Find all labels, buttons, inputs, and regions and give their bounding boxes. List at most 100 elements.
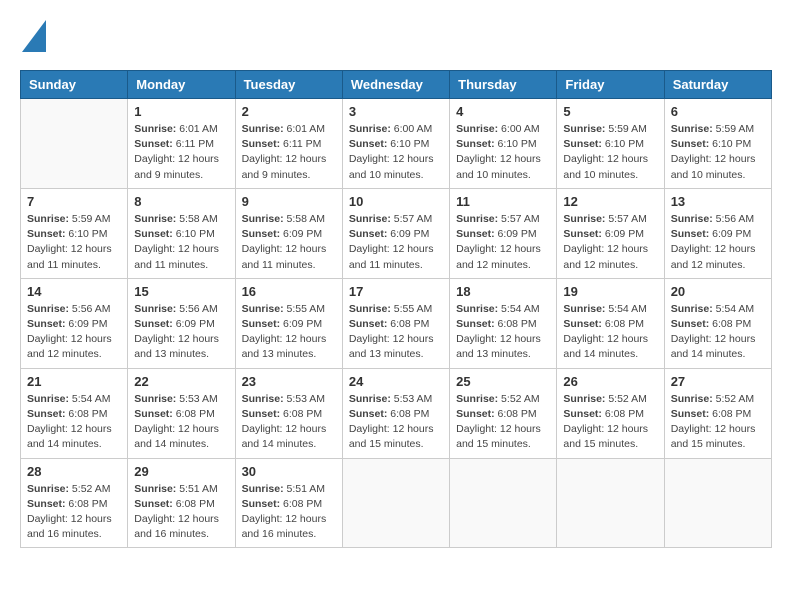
day-label: Sunrise: bbox=[242, 213, 284, 225]
day-label: Sunrise: bbox=[242, 393, 284, 405]
day-info: Sunrise: 5:57 AMSunset: 6:09 PMDaylight:… bbox=[456, 212, 550, 273]
day-number: 24 bbox=[349, 374, 443, 389]
day-info: Sunrise: 6:00 AMSunset: 6:10 PMDaylight:… bbox=[349, 122, 443, 183]
calendar-day-cell: 13 Sunrise: 5:56 AMSunset: 6:09 PMDayligh… bbox=[664, 188, 771, 278]
day-number: 8 bbox=[134, 194, 228, 209]
day-label: Sunrise: bbox=[134, 213, 176, 225]
day-label: Sunrise: bbox=[242, 123, 284, 135]
calendar-week-4: 21Sunrise: 5:54 AMSunset: 6:08 PMDayligh… bbox=[21, 368, 772, 458]
day-label: Sunrise: bbox=[563, 123, 605, 135]
logo-arrow-icon bbox=[18, 20, 46, 52]
day-info: Sunrise: 5:53 AMSunset: 6:08 PMDaylight:… bbox=[134, 392, 228, 453]
calendar-day-cell: 5Sunrise: 5:59 AMSunset: 6:10 PMDaylight… bbox=[557, 99, 664, 189]
calendar-day-cell: 4Sunrise: 6:00 AMSunset: 6:10 PMDaylight… bbox=[450, 99, 557, 189]
day-number: 6 bbox=[671, 104, 765, 119]
day-label: Sunset: bbox=[349, 408, 388, 420]
day-label: Sunrise: bbox=[456, 303, 498, 315]
day-label: Sunrise: bbox=[671, 213, 713, 225]
day-number: 7 bbox=[27, 194, 121, 209]
day-label: Sunrise: bbox=[134, 483, 176, 495]
calendar-day-cell: 24 Sunrise: 5:53 AMSunset: 6:08 PMDayligh… bbox=[342, 368, 449, 458]
page-header bbox=[20, 20, 772, 54]
calendar-day-cell: 10Sunrise: 5:57 AMSunset: 6:09 PMDayligh… bbox=[342, 188, 449, 278]
day-number: 21 bbox=[27, 374, 121, 389]
day-label: Sunset: bbox=[563, 408, 602, 420]
calendar-header-sunday: Sunday bbox=[21, 71, 128, 99]
day-number: 27 bbox=[671, 374, 765, 389]
calendar-table: SundayMondayTuesdayWednesdayThursdayFrid… bbox=[20, 70, 772, 548]
day-label: Sunset: bbox=[242, 138, 281, 150]
calendar-header-tuesday: Tuesday bbox=[235, 71, 342, 99]
calendar-day-cell: 21Sunrise: 5:54 AMSunset: 6:08 PMDayligh… bbox=[21, 368, 128, 458]
day-label: Sunrise: bbox=[134, 393, 176, 405]
day-label: Sunrise: bbox=[349, 303, 391, 315]
calendar-day-cell bbox=[450, 458, 557, 548]
day-number: 2 bbox=[242, 104, 336, 119]
calendar-day-cell: 30Sunrise: 5:51 AMSunset: 6:08 PMDayligh… bbox=[235, 458, 342, 548]
calendar-day-cell: 14Sunrise: 5:56 AMSunset: 6:09 PMDayligh… bbox=[21, 278, 128, 368]
calendar-day-cell: 26Sunrise: 5:52 AMSunset: 6:08 PMDayligh… bbox=[557, 368, 664, 458]
day-info: Sunrise: 5:53 AMSunset: 6:08 PMDaylight:… bbox=[349, 392, 443, 453]
calendar-week-5: 28Sunrise: 5:52 AMSunset: 6:08 PMDayligh… bbox=[21, 458, 772, 548]
day-number: 23 bbox=[242, 374, 336, 389]
day-label: Sunset: bbox=[349, 318, 388, 330]
calendar-header-wednesday: Wednesday bbox=[342, 71, 449, 99]
day-label: Sunset: bbox=[134, 498, 173, 510]
day-label: Sunrise: bbox=[27, 483, 69, 495]
day-label: Sunrise: bbox=[242, 303, 284, 315]
calendar-header-saturday: Saturday bbox=[664, 71, 771, 99]
day-label: Sunset: bbox=[27, 318, 66, 330]
day-info: Sunrise: 5:58 AMSunset: 6:10 PMDaylight:… bbox=[134, 212, 228, 273]
day-label: Sunset: bbox=[242, 498, 281, 510]
day-label: Sunset: bbox=[671, 408, 710, 420]
calendar-day-cell bbox=[557, 458, 664, 548]
day-label: Sunset: bbox=[349, 228, 388, 240]
day-label: Sunset: bbox=[456, 318, 495, 330]
day-info: Sunrise: 5:56 AMSunset: 6:09 PMDaylight:… bbox=[671, 212, 765, 273]
day-info: Sunrise: 5:53 AMSunset: 6:08 PMDaylight:… bbox=[242, 392, 336, 453]
day-number: 9 bbox=[242, 194, 336, 209]
calendar-header-thursday: Thursday bbox=[450, 71, 557, 99]
calendar-week-3: 14Sunrise: 5:56 AMSunset: 6:09 PMDayligh… bbox=[21, 278, 772, 368]
calendar-day-cell: 9Sunrise: 5:58 AMSunset: 6:09 PMDaylight… bbox=[235, 188, 342, 278]
calendar-day-cell: 3Sunrise: 6:00 AMSunset: 6:10 PMDaylight… bbox=[342, 99, 449, 189]
day-info: Sunrise: 5:54 AMSunset: 6:08 PMDaylight:… bbox=[563, 302, 657, 363]
day-label: Sunset: bbox=[27, 408, 66, 420]
day-info: Sunrise: 5:56 AMSunset: 6:09 PMDaylight:… bbox=[27, 302, 121, 363]
day-info: Sunrise: 5:54 AMSunset: 6:08 PMDaylight:… bbox=[671, 302, 765, 363]
day-label: Sunrise: bbox=[349, 393, 391, 405]
day-label: Sunrise: bbox=[27, 303, 69, 315]
day-number: 13 bbox=[671, 194, 765, 209]
calendar-week-2: 7Sunrise: 5:59 AMSunset: 6:10 PMDaylight… bbox=[21, 188, 772, 278]
day-info: Sunrise: 5:56 AMSunset: 6:09 PMDaylight:… bbox=[134, 302, 228, 363]
calendar-day-cell: 7Sunrise: 5:59 AMSunset: 6:10 PMDaylight… bbox=[21, 188, 128, 278]
day-label: Sunrise: bbox=[349, 213, 391, 225]
day-info: Sunrise: 5:51 AMSunset: 6:08 PMDaylight:… bbox=[134, 482, 228, 543]
calendar-day-cell: 2Sunrise: 6:01 AMSunset: 6:11 PMDaylight… bbox=[235, 99, 342, 189]
calendar-day-cell: 12Sunrise: 5:57 AMSunset: 6:09 PMDayligh… bbox=[557, 188, 664, 278]
calendar-day-cell: 16Sunrise: 5:55 AMSunset: 6:09 PMDayligh… bbox=[235, 278, 342, 368]
day-number: 25 bbox=[456, 374, 550, 389]
calendar-day-cell: 29 Sunrise: 5:51 AMSunset: 6:08 PMDayligh… bbox=[128, 458, 235, 548]
day-label: Sunrise: bbox=[563, 213, 605, 225]
day-label: Sunset: bbox=[671, 318, 710, 330]
day-info: Sunrise: 5:54 AMSunset: 6:08 PMDaylight:… bbox=[456, 302, 550, 363]
day-label: Sunrise: bbox=[671, 393, 713, 405]
day-label: Sunset: bbox=[242, 318, 281, 330]
day-number: 20 bbox=[671, 284, 765, 299]
day-label: Sunrise: bbox=[671, 123, 713, 135]
calendar-day-cell: 17Sunrise: 5:55 AMSunset: 6:08 PMDayligh… bbox=[342, 278, 449, 368]
day-number: 22 bbox=[134, 374, 228, 389]
calendar-day-cell: 8 Sunrise: 5:58 AMSunset: 6:10 PMDaylight… bbox=[128, 188, 235, 278]
calendar-day-cell: 22 Sunrise: 5:53 AMSunset: 6:08 PMDayligh… bbox=[128, 368, 235, 458]
calendar-day-cell: 15Sunrise: 5:56 AMSunset: 6:09 PMDayligh… bbox=[128, 278, 235, 368]
calendar-day-cell: 6Sunrise: 5:59 AMSunset: 6:10 PMDaylight… bbox=[664, 99, 771, 189]
day-number: 1 bbox=[134, 104, 228, 119]
day-label: Sunset: bbox=[563, 228, 602, 240]
day-label: Sunset: bbox=[27, 498, 66, 510]
day-number: 4 bbox=[456, 104, 550, 119]
calendar-day-cell: 20 Sunrise: 5:54 AMSunset: 6:08 PMDayligh… bbox=[664, 278, 771, 368]
day-number: 30 bbox=[242, 464, 336, 479]
calendar-day-cell: 1Sunrise: 6:01 AMSunset: 6:11 PMDaylight… bbox=[128, 99, 235, 189]
day-number: 29 bbox=[134, 464, 228, 479]
